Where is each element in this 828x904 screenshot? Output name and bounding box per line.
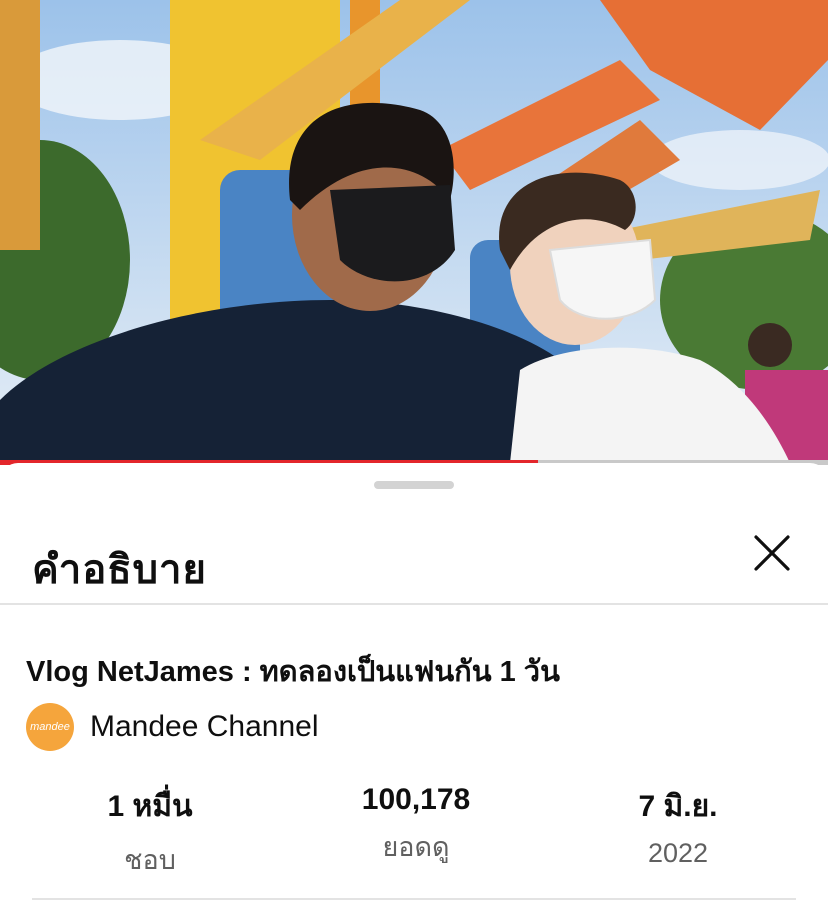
divider xyxy=(0,603,828,605)
likes-value: 1 หมื่น xyxy=(107,790,193,823)
bottom-divider xyxy=(32,898,796,900)
drag-handle[interactable] xyxy=(374,481,454,489)
close-icon xyxy=(754,535,790,571)
video-title: Vlog NetJames : ทดลองเป็นแฟนกัน 1 วัน xyxy=(26,656,560,688)
likes-label: ชอบ xyxy=(124,845,176,875)
description-sheet: คำอธิบาย Vlog NetJames : ทดลองเป็นแฟนกัน… xyxy=(0,463,828,904)
views-value: 100,178 xyxy=(361,783,471,816)
stat-views: 100,178 ยอดดู xyxy=(286,783,546,868)
channel-link[interactable]: mandee Mandee Channel xyxy=(26,703,319,751)
stat-date: 7 มิ.ย. 2022 xyxy=(548,783,808,869)
date-value: 7 มิ.ย. xyxy=(638,790,718,823)
sheet-title: คำอธิบาย xyxy=(32,548,207,592)
video-player[interactable] xyxy=(0,0,828,463)
channel-name[interactable]: Mandee Channel xyxy=(90,710,319,744)
stat-likes: 1 หมื่น ชอบ xyxy=(20,783,280,881)
close-button[interactable] xyxy=(748,529,796,577)
video-frame xyxy=(0,0,828,463)
channel-avatar[interactable]: mandee xyxy=(26,703,74,751)
views-label: ยอดดู xyxy=(382,832,450,862)
year-label: 2022 xyxy=(647,838,709,868)
video-stats: 1 หมื่น ชอบ 100,178 ยอดดู 7 มิ.ย. 2022 xyxy=(0,783,828,875)
channel-avatar-text: mandee xyxy=(30,721,70,733)
